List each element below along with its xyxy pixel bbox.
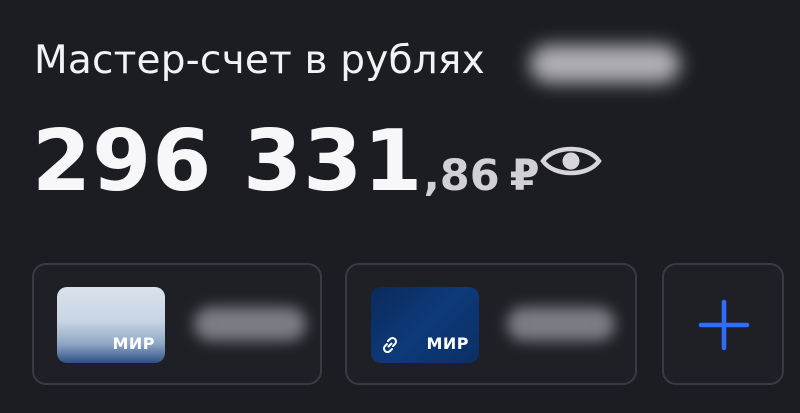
account-title: Мастер-счет в рублях (34, 38, 485, 83)
masked-card-number (507, 307, 615, 341)
card-image-mir-linked: МИР (371, 287, 479, 363)
account-screen: Мастер-счет в рублях 296 331,86 ₽ МИР МИР (0, 0, 800, 413)
mir-logo: МИР (112, 334, 155, 353)
mir-logo: МИР (426, 334, 469, 353)
plus-icon (698, 299, 750, 351)
currency-symbol: ₽ (509, 151, 540, 201)
card-tile-2[interactable]: МИР (345, 263, 637, 385)
masked-card-number (194, 307, 306, 341)
eye-icon[interactable] (540, 141, 602, 181)
balance-amount: 296 331,86 ₽ (32, 112, 540, 211)
balance-integer: 296 331 (32, 112, 424, 211)
add-card-button[interactable] (662, 263, 784, 385)
masked-account-number (530, 45, 680, 83)
link-icon (382, 336, 398, 354)
card-image-mir: МИР (57, 287, 165, 363)
balance-fraction: ,86 (423, 151, 500, 201)
card-tile-1[interactable]: МИР (32, 263, 322, 385)
